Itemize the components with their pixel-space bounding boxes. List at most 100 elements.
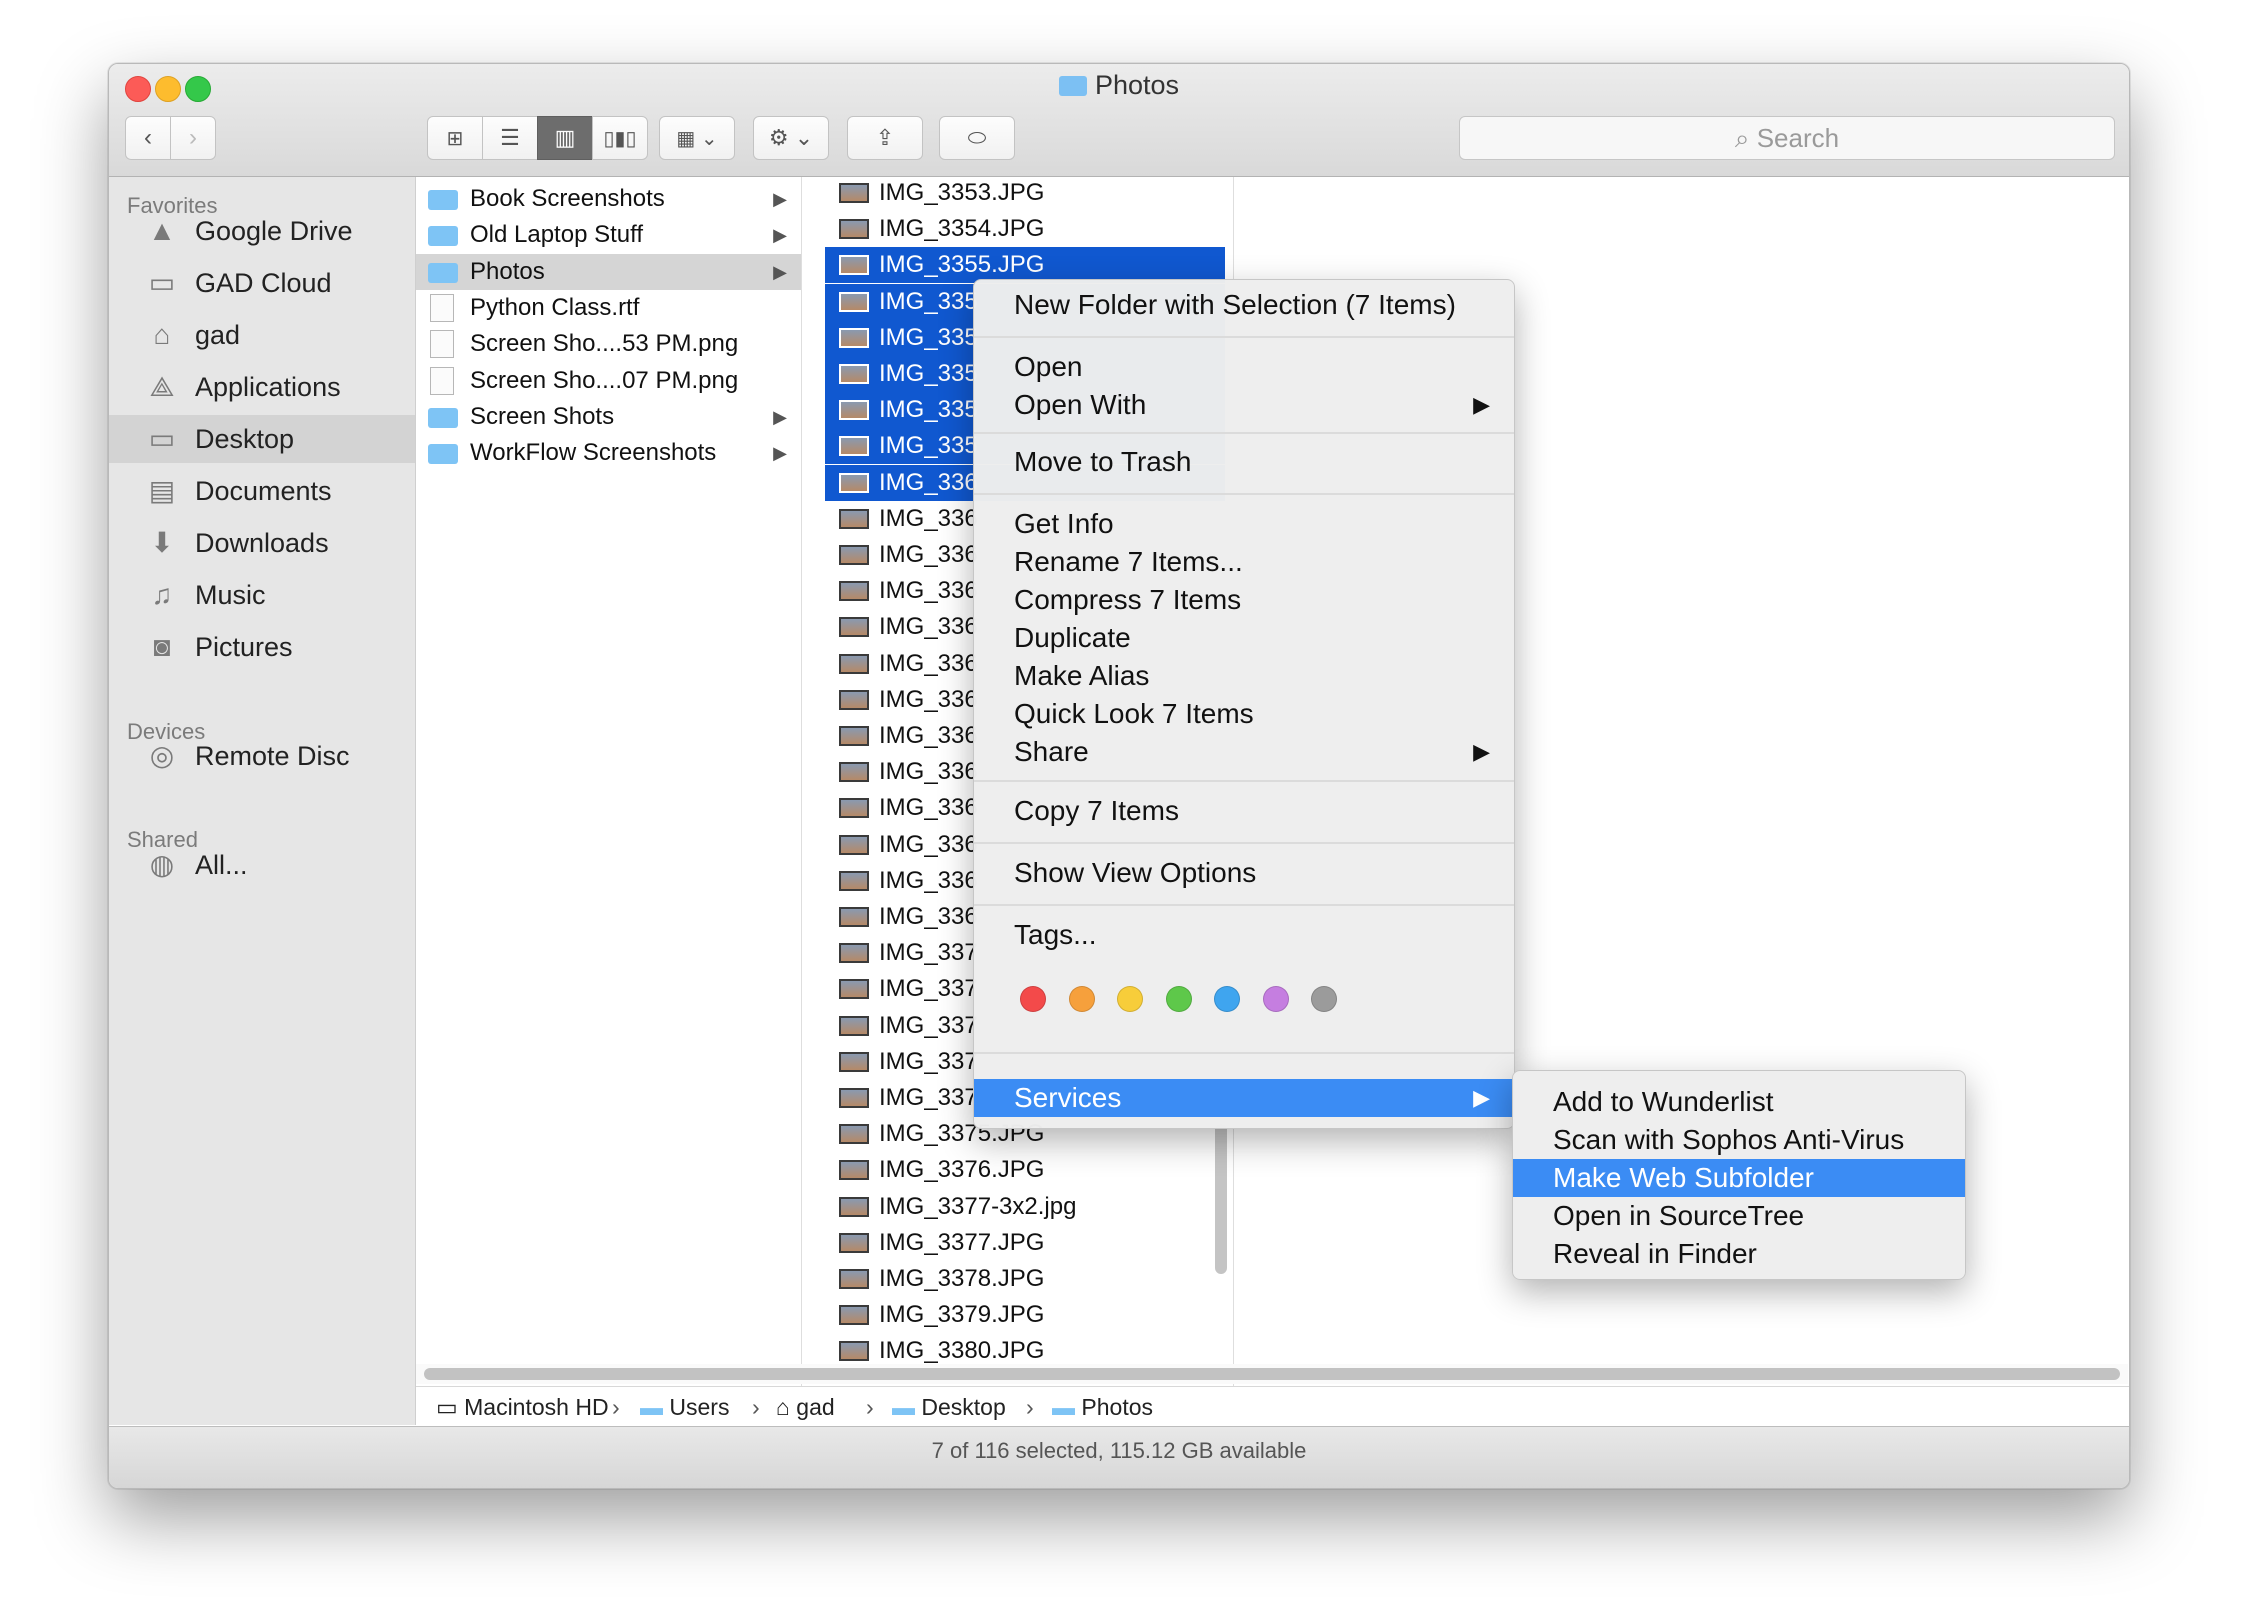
folder-icon [428,407,458,428]
image-thumbnail-icon [839,1232,869,1253]
sidebar-item-downloads[interactable]: ⬇ Downloads [109,519,415,567]
sidebar-item-gad[interactable]: ⌂ gad [109,311,415,359]
list-item[interactable]: IMG_3353.JPG [825,177,1225,211]
columns-icon: ▥ [554,125,576,150]
list-item[interactable]: IMG_3378.JPG [825,1261,1225,1297]
menu-item-open-in-sourcetree[interactable]: Open in SourceTree [1513,1197,1965,1235]
image-thumbnail-icon [839,219,869,240]
list-item[interactable]: IMG_3354.JPG [825,211,1225,247]
tag-color-dot[interactable] [1117,986,1143,1012]
menu-item-services[interactable]: Services ▶ [974,1079,1514,1117]
arrange-button[interactable]: ▦ ⌄ [659,116,735,160]
path-item-macintosh-hd[interactable]: ▭ Macintosh HD [436,1387,609,1427]
menu-item-copy[interactable]: Copy 7 Items [974,792,1514,830]
image-thumbnail-icon [839,907,869,927]
sidebar-item-applications[interactable]: ⟁ Applications [109,363,415,411]
list-item[interactable]: IMG_3377.JPG [825,1225,1225,1261]
search-field[interactable]: ⌕ Search [1459,116,2115,160]
column-divider[interactable] [801,177,802,1422]
sidebar-item-remote-disc[interactable]: ◎ Remote Disc [109,732,415,780]
file-name: IMG_337 [879,1084,978,1111]
tag-color-dot[interactable] [1262,986,1289,1012]
menu-item-add-to-wunderlist[interactable]: Add to Wunderlist [1513,1083,1965,1121]
menu-item-compress[interactable]: Compress 7 Items [974,581,1514,619]
horizontal-scrollbar[interactable] [424,1368,2120,1380]
file-name: Screen Shots [470,402,615,430]
forward-button[interactable]: › [170,116,216,160]
image-thumbnail-icon [839,943,869,964]
menu-item-make-web-subfolder[interactable]: Make Web Subfolder [1513,1159,1965,1197]
image-thumbnail-icon [839,183,869,203]
menu-item-quick-look[interactable]: Quick Look 7 Items [974,695,1514,733]
list-item[interactable]: Python Class.rtf [416,290,801,326]
tag-color-dot[interactable] [1214,986,1240,1012]
sidebar-item-documents[interactable]: ▤ Documents [109,467,415,515]
image-file-icon [430,366,454,395]
icon-view-button[interactable]: ⊞ [427,116,483,160]
column-view-button[interactable]: ▥ [537,116,593,160]
sidebar-item-gad-cloud[interactable]: ▭ GAD Cloud [109,259,415,307]
back-button[interactable]: ‹ [125,116,171,160]
tags-button[interactable]: ⬭ [939,116,1015,160]
menu-item-reveal-in-finder[interactable]: Reveal in Finder [1513,1235,1965,1273]
cover-flow-view-button[interactable]: ▯▮▯ [592,116,648,160]
file-name: IMG_3378.JPG [879,1265,1045,1292]
menu-item-scan-with-sophos[interactable]: Scan with Sophos Anti-Virus [1513,1121,1965,1159]
tag-color-dot[interactable] [1068,986,1095,1012]
menu-item-open-with[interactable]: Open With ▶ [974,386,1514,424]
path-item-users[interactable]: ▬ Users [640,1387,729,1427]
image-thumbnail-icon [839,762,869,783]
sidebar: Favorites ▲ Google Drive ▭ GAD Cloud ⌂ gad … [109,177,416,1425]
list-item[interactable]: Book Screenshots ▶ [416,181,801,217]
sidebar-item-pictures[interactable]: ◙ Pictures [109,623,415,671]
sidebar-item-music[interactable]: ♫ Music [109,571,415,619]
action-button[interactable]: ⚙ ⌄ [753,116,829,160]
image-thumbnail-icon [839,581,869,602]
path-item-gad[interactable]: ⌂ gad [776,1387,835,1427]
path-separator: › [1026,1394,1034,1420]
file-name: IMG_3379.JPG [879,1301,1045,1329]
path-item-photos[interactable]: ▬ Photos [1052,1387,1153,1427]
menu-item-duplicate[interactable]: Duplicate [974,619,1514,657]
sidebar-item-desktop[interactable]: ▭ Desktop [109,415,415,463]
list-item[interactable]: Old Laptop Stuff ▶ [416,217,801,253]
list-item[interactable]: IMG_3379.JPG [825,1297,1225,1333]
menu-item-open[interactable]: Open [974,348,1514,386]
list-icon: ☰ [500,125,520,150]
list-item[interactable]: Screen Sho....53 PM.png [416,326,801,362]
desktop-icon: ▭ [148,423,176,454]
disclosure-arrow-icon: ▶ [773,189,787,209]
image-file-icon [430,330,454,359]
vertical-scrollbar[interactable] [1215,1124,1227,1274]
list-view-button[interactable]: ☰ [482,116,538,160]
share-button[interactable]: ⇪ [847,116,923,160]
list-item[interactable]: WorkFlow Screenshots ▶ [416,435,801,471]
menu-item-show-view-options[interactable]: Show View Options [974,854,1514,892]
file-name: IMG_336 [879,504,978,532]
file-name: IMG_336 [879,613,978,641]
sidebar-item-all[interactable]: ◍ All... [109,841,415,889]
menu-item-new-folder-with-selection[interactable]: New Folder with Selection (7 Items) [974,286,1514,324]
list-item[interactable]: Screen Shots ▶ [416,399,801,435]
menu-item-rename[interactable]: Rename 7 Items... [974,543,1514,581]
list-item[interactable]: IMG_3355.JPG [825,247,1225,284]
menu-item-move-to-trash[interactable]: Move to Trash [974,443,1514,481]
menu-item-tags[interactable]: Tags... [974,916,1514,954]
file-name: IMG_336 [879,649,978,677]
disclosure-arrow-icon: ▶ [773,261,787,282]
path-item-desktop[interactable]: ▬ Desktop [892,1387,1006,1427]
tag-color-dot[interactable] [1020,986,1046,1012]
tag-color-dot[interactable] [1311,986,1337,1012]
list-item[interactable]: IMG_3376.JPG [825,1152,1225,1188]
list-item[interactable]: Photos ▶ [416,253,801,290]
menu-item-make-alias[interactable]: Make Alias [974,657,1514,695]
list-item[interactable]: Screen Sho....07 PM.png [416,363,801,399]
menu-item-get-info[interactable]: Get Info [974,505,1514,543]
image-thumbnail-icon [839,291,869,312]
menu-item-share[interactable]: Share ▶ [974,733,1514,771]
image-thumbnail-icon [839,1341,869,1362]
sidebar-item-google-drive[interactable]: ▲ Google Drive [109,207,415,255]
tag-color-dot[interactable] [1165,986,1192,1012]
list-item[interactable]: IMG_3377-3x2.jpg [825,1189,1225,1225]
image-thumbnail-icon [839,653,869,674]
